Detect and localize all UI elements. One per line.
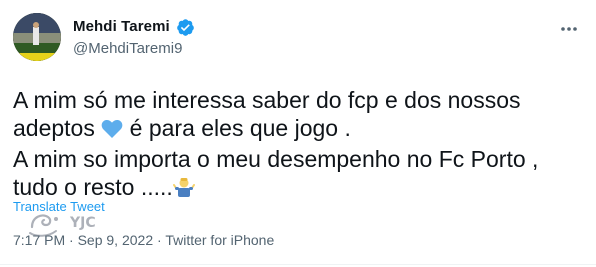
- tweet-time[interactable]: 7:17 PM: [13, 232, 65, 248]
- display-name[interactable]: Mehdi Taremi: [73, 18, 170, 35]
- tweet-metadata: 7:17 PM · Sep 9, 2022 · Twitter for iPho…: [13, 232, 274, 248]
- verified-badge-icon: [177, 19, 194, 36]
- tweet-client[interactable]: Twitter for iPhone: [165, 232, 274, 248]
- tweet-date[interactable]: Sep 9, 2022: [78, 232, 154, 248]
- handle[interactable]: @MehdiTaremi9: [73, 40, 182, 57]
- divider: [0, 264, 596, 265]
- tweet-line-2-end: é para eles que jogo .: [123, 115, 351, 141]
- tweet-line-1: A mim só me interessa saber do fcp e dos…: [13, 87, 521, 113]
- tweet-line-3: A mim so importa o meu desempenho no Fc …: [13, 146, 539, 172]
- meta-separator: ·: [153, 232, 166, 248]
- blue-heart-icon: [101, 117, 123, 145]
- watermark-text: YJC: [70, 215, 96, 231]
- avatar[interactable]: [13, 13, 61, 61]
- tweet-line-2: adeptos é para eles que jogo .: [13, 114, 583, 145]
- tweet-text: A mim só me interessa saber do fcp e dos…: [13, 86, 583, 204]
- meta-separator: ·: [65, 232, 78, 248]
- avatar-image: [13, 13, 61, 61]
- person-shrugging-icon: [172, 176, 195, 204]
- more-options-icon[interactable]: [558, 18, 580, 40]
- tweet-card: Mehdi Taremi @MehdiTaremi9 A mim só me i…: [0, 0, 596, 267]
- tweet-line-4-text: tudo o resto .....: [13, 174, 173, 200]
- tweet-line-2-start: adeptos: [13, 115, 102, 141]
